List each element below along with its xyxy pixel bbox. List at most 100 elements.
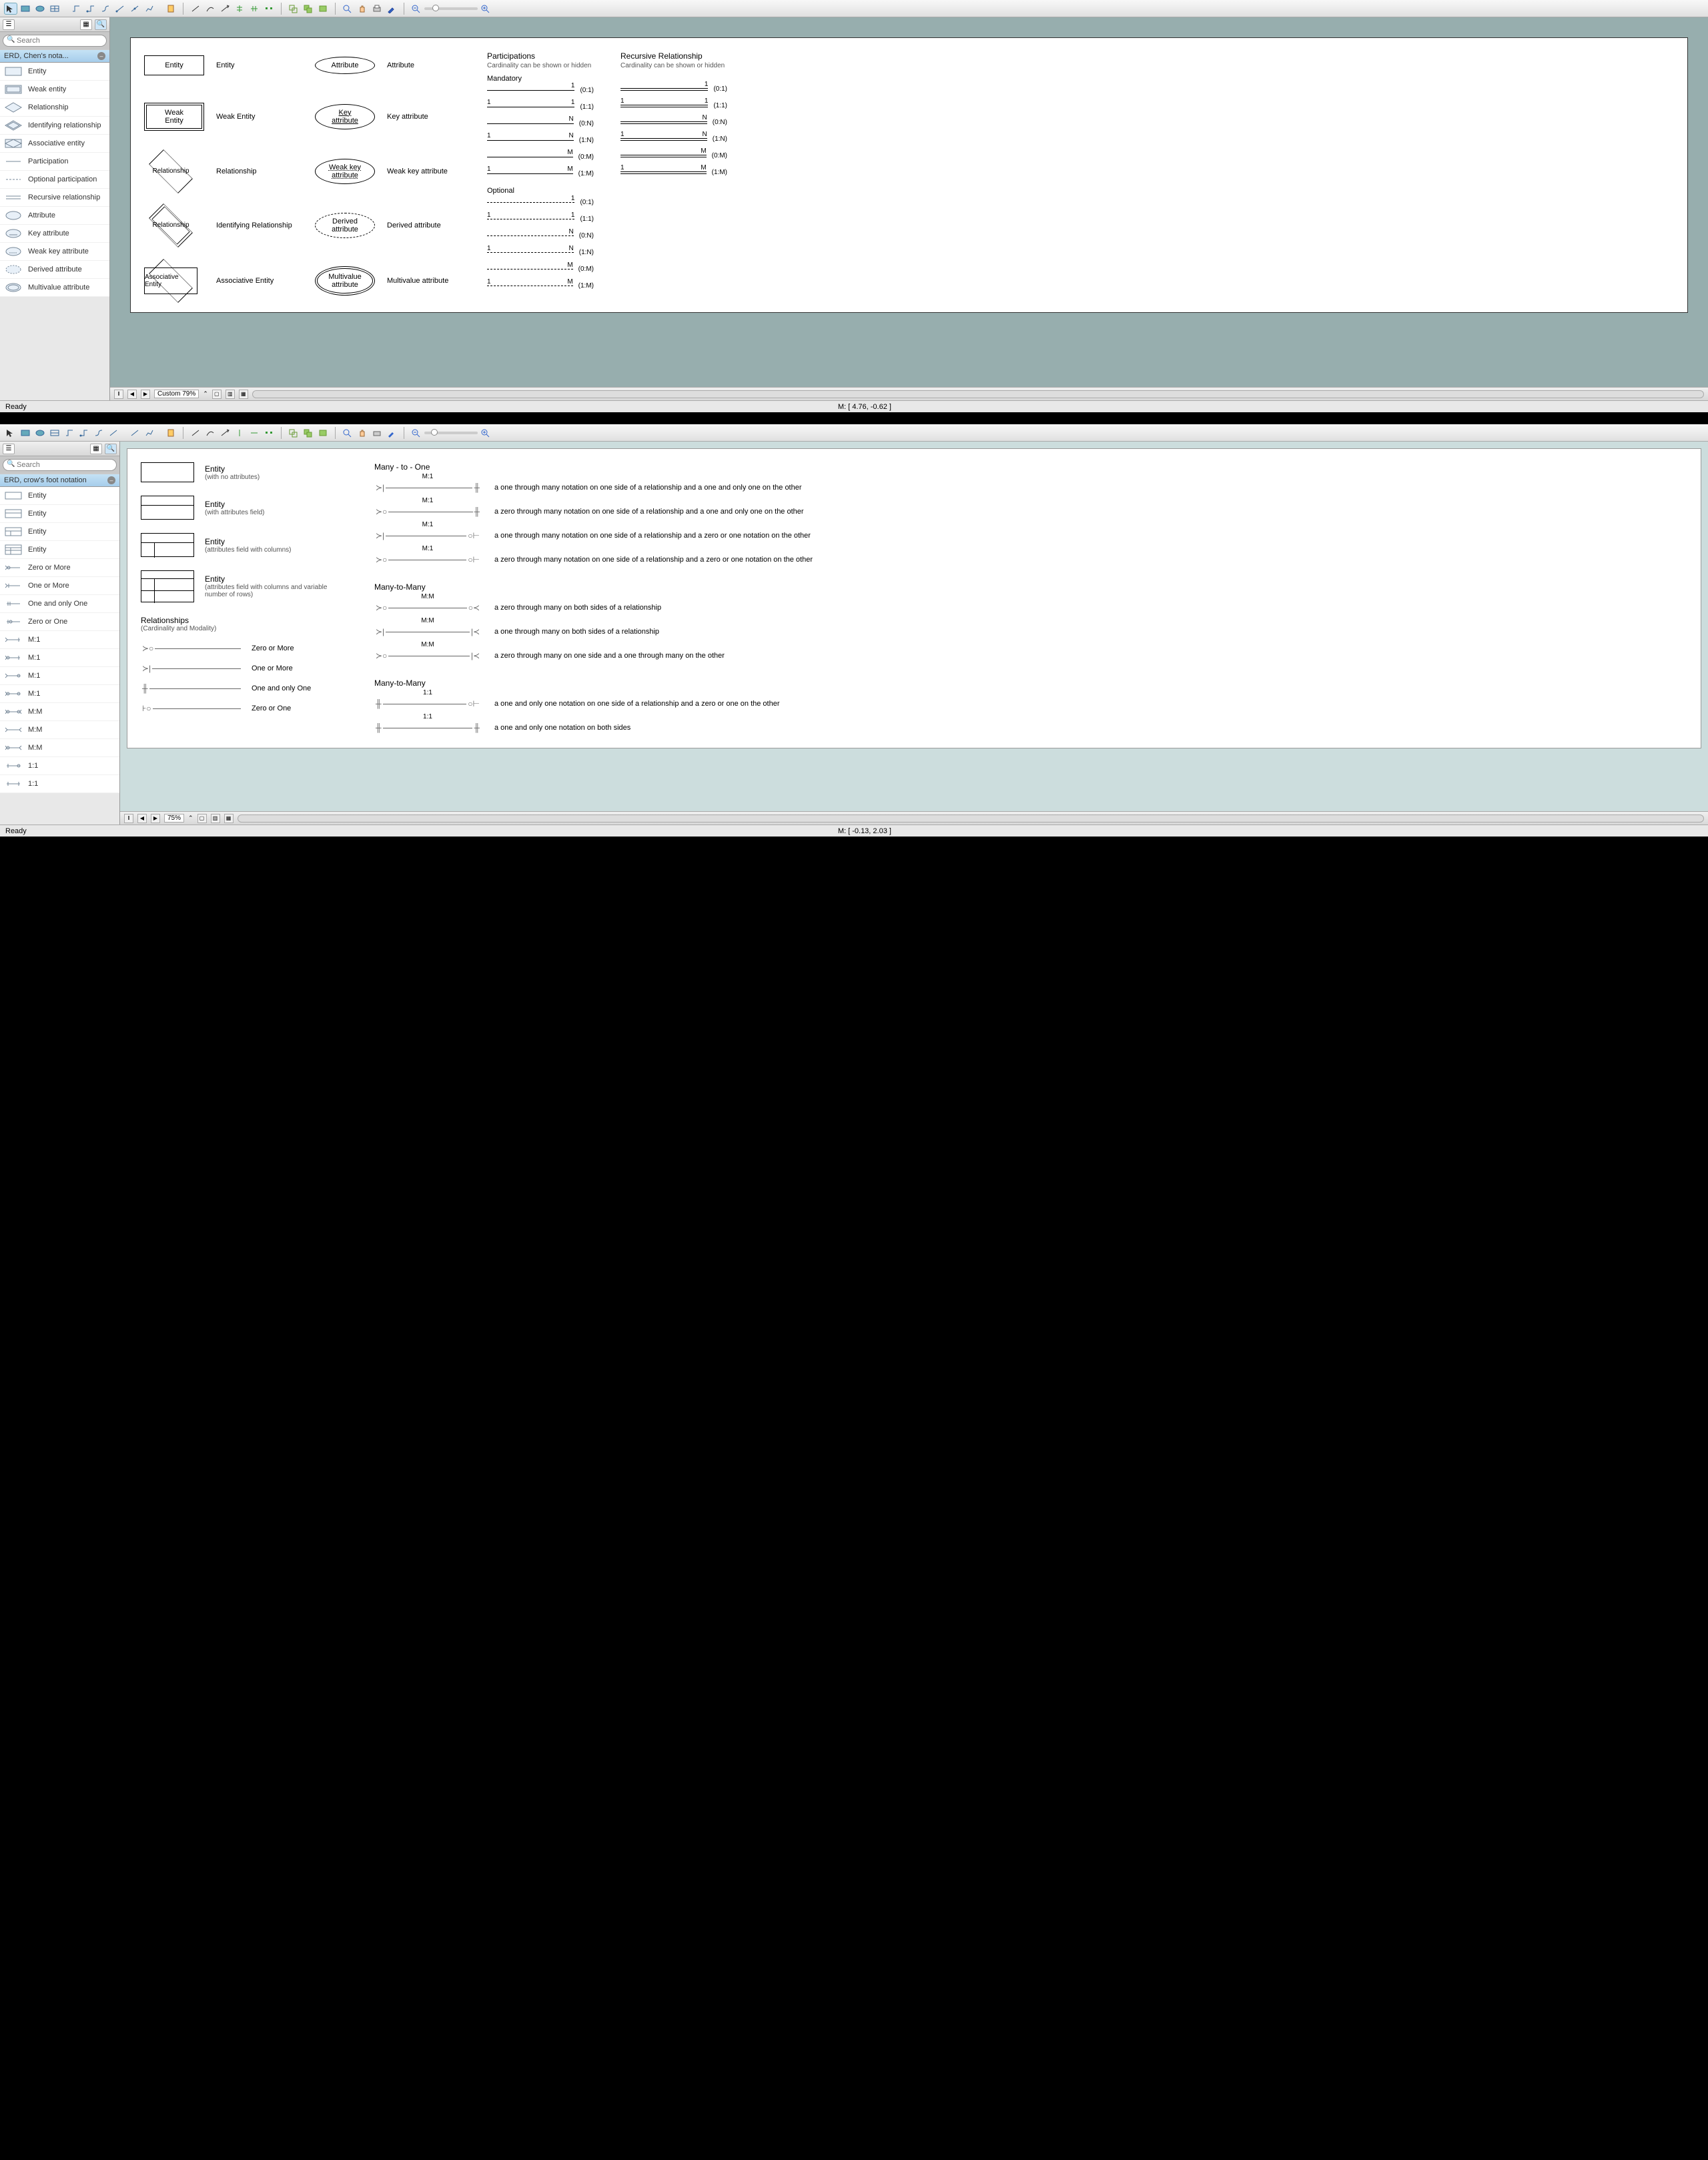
- palette-item[interactable]: Entity: [0, 523, 119, 541]
- pointer-tool[interactable]: [4, 3, 17, 15]
- connector-tool-2[interactable]: [77, 427, 91, 439]
- group-tool-3[interactable]: [316, 427, 330, 439]
- palette-item[interactable]: 1:1: [0, 757, 119, 775]
- tree-view-tab[interactable]: ☰: [3, 19, 15, 30]
- palette-collapse-icon[interactable]: –: [107, 476, 115, 484]
- participation-line[interactable]: M(0:M): [487, 265, 594, 273]
- palette-item[interactable]: Key attribute: [0, 225, 109, 243]
- participation-line[interactable]: 1M(1:M): [487, 170, 594, 177]
- zoom-out-button[interactable]: [410, 427, 423, 439]
- participation-line[interactable]: N(0:N): [487, 232, 594, 239]
- zoom-in-button[interactable]: [479, 427, 492, 439]
- distribute-tool[interactable]: [262, 427, 276, 439]
- zoom-in-icon[interactable]: [341, 3, 354, 15]
- align-tool-1[interactable]: [233, 3, 246, 15]
- line-tool-1[interactable]: [189, 427, 202, 439]
- group-tool-1[interactable]: [287, 427, 300, 439]
- palette-item[interactable]: Weak entity: [0, 81, 109, 99]
- palette-item[interactable]: Zero or More: [0, 559, 119, 577]
- clipboard-tool[interactable]: [164, 427, 177, 439]
- palette-item[interactable]: One or More: [0, 577, 119, 595]
- entity-shape[interactable]: [141, 462, 194, 482]
- view-mode-3[interactable]: ▦: [239, 390, 248, 399]
- participation-line[interactable]: 1N(1:N): [487, 249, 594, 256]
- horizontal-scrollbar[interactable]: [238, 815, 1704, 823]
- print-tool[interactable]: [370, 427, 384, 439]
- relationship-line[interactable]: ≻○M:1╫: [374, 505, 481, 518]
- page-first-button[interactable]: ‖: [124, 814, 133, 823]
- palette-item[interactable]: M:1: [0, 667, 119, 685]
- participation-line[interactable]: 1(0:1): [620, 85, 727, 93]
- relationship-line[interactable]: ≻○M:M○≺: [374, 601, 481, 614]
- tree-view-tab[interactable]: ☰: [3, 444, 15, 454]
- search-tab[interactable]: 🔍: [105, 444, 117, 454]
- relationship-line[interactable]: ≻|M:1○⊢: [374, 529, 481, 542]
- weak-entity-shape[interactable]: Weak Entity: [144, 103, 204, 131]
- palette-item[interactable]: Identifying relationship: [0, 117, 109, 135]
- print-tool[interactable]: [370, 3, 384, 15]
- palette-item[interactable]: M:M: [0, 703, 119, 721]
- horizontal-scrollbar[interactable]: [252, 390, 1704, 398]
- connector-tool-4[interactable]: [113, 3, 127, 15]
- view-mode-3[interactable]: ▦: [224, 814, 234, 823]
- connector-tool-5[interactable]: [128, 427, 141, 439]
- participation-line[interactable]: N(0:N): [620, 119, 727, 126]
- grid-view-tab[interactable]: ▦: [80, 19, 92, 30]
- view-mode-2[interactable]: ▥: [211, 814, 220, 823]
- palette-item[interactable]: M:M: [0, 721, 119, 739]
- zoom-slider[interactable]: [424, 7, 478, 10]
- search-input[interactable]: [3, 35, 107, 47]
- relationship-line[interactable]: ≻|: [141, 662, 241, 675]
- line-tool-2[interactable]: [203, 427, 217, 439]
- search-tab[interactable]: 🔍: [95, 19, 107, 30]
- relationship-line[interactable]: ≻○M:1○⊢: [374, 553, 481, 566]
- participation-line[interactable]: 11(1:1): [487, 103, 594, 111]
- participation-line[interactable]: 1(0:1): [487, 199, 594, 206]
- relationship-line[interactable]: ╫: [141, 682, 241, 695]
- multivalue-attribute-shape[interactable]: Multivalue attribute: [317, 268, 373, 294]
- ellipse-tool[interactable]: [33, 427, 47, 439]
- palette-item[interactable]: Entity: [0, 505, 119, 523]
- line-tool-3[interactable]: [218, 427, 232, 439]
- line-tool-3[interactable]: [218, 3, 232, 15]
- group-tool-3[interactable]: [316, 3, 330, 15]
- clipboard-tool[interactable]: [164, 3, 177, 15]
- table-tool[interactable]: [48, 3, 61, 15]
- entity-shape[interactable]: [141, 533, 194, 557]
- hand-tool[interactable]: [356, 427, 369, 439]
- connector-tool-6[interactable]: [143, 3, 156, 15]
- associative-entity-shape[interactable]: Associative Entity: [144, 267, 197, 294]
- connector-tool-6[interactable]: [143, 427, 156, 439]
- palette-item[interactable]: One and only One: [0, 595, 119, 613]
- page-prev-button[interactable]: ◀: [127, 390, 137, 399]
- participation-line[interactable]: 1N(1:N): [487, 137, 594, 144]
- key-attribute-shape[interactable]: Key attribute: [315, 104, 375, 129]
- distribute-tool[interactable]: [262, 3, 276, 15]
- zoom-in-button[interactable]: [479, 3, 492, 15]
- grid-view-tab[interactable]: ▦: [90, 444, 102, 454]
- page-next-button[interactable]: ▶: [151, 814, 160, 823]
- participation-line[interactable]: M(0:M): [487, 153, 594, 161]
- participation-line[interactable]: 1(0:1): [487, 87, 594, 94]
- palette-item[interactable]: 1:1: [0, 775, 119, 793]
- page-prev-button[interactable]: ◀: [137, 814, 147, 823]
- view-mode-2[interactable]: ▥: [226, 390, 235, 399]
- page-first-button[interactable]: ‖: [114, 390, 123, 399]
- eyedropper-tool[interactable]: [385, 3, 398, 15]
- participation-line[interactable]: 1M(1:M): [620, 169, 727, 176]
- palette-item[interactable]: Derived attribute: [0, 261, 109, 279]
- palette-item[interactable]: Participation: [0, 153, 109, 171]
- relationship-line[interactable]: ≻○: [141, 642, 241, 655]
- palette-item[interactable]: Weak key attribute: [0, 243, 109, 261]
- palette-item[interactable]: Attribute: [0, 207, 109, 225]
- entity-shape[interactable]: [141, 570, 194, 602]
- palette-item[interactable]: Zero or One: [0, 613, 119, 631]
- weak-key-attribute-shape[interactable]: Weak key attribute: [315, 159, 375, 184]
- palette-item[interactable]: Entity: [0, 63, 109, 81]
- connector-tool-4[interactable]: [107, 427, 120, 439]
- palette-item[interactable]: Entity: [0, 487, 119, 505]
- zoom-select[interactable]: 75%: [164, 814, 184, 823]
- palette-item[interactable]: M:M: [0, 739, 119, 757]
- palette-item[interactable]: M:1: [0, 685, 119, 703]
- identifying-relationship-shape[interactable]: Relationship: [144, 212, 197, 239]
